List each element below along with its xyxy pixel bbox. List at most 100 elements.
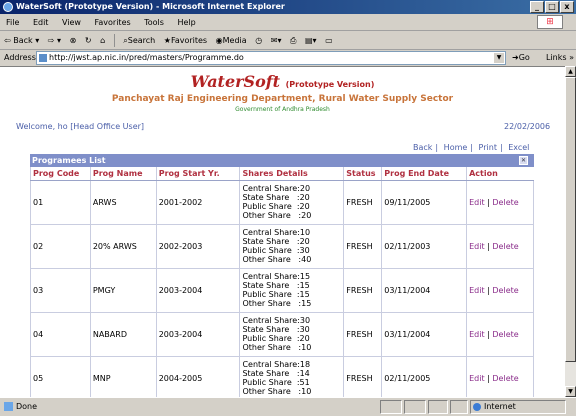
mail-icon[interactable]: ✉▾ [271,31,282,50]
delete-link[interactable]: Delete [492,198,518,207]
history-icon[interactable]: ◷ [255,31,262,50]
page-done-icon [4,402,13,411]
prog-code: 03 [30,267,91,313]
prog-end: 02/11/2003 [381,223,468,269]
edit-link[interactable]: Edit [469,286,485,295]
favorites-button[interactable]: ★Favorites [164,31,207,50]
status-bar: Done Internet [0,397,576,415]
media-icon: ◉ [215,36,223,45]
brand-title: WaterSoft (Prototype Version) [190,72,375,91]
row-actions: Edit | Delete [466,223,534,269]
col-prog-code[interactable]: Prog Code [30,167,91,181]
ie-icon [3,2,13,12]
scroll-thumb[interactable] [565,77,576,362]
minimize-button[interactable]: _ [530,1,544,13]
page-viewport: WaterSoft (Prototype Version) Panchayat … [0,66,565,397]
address-input[interactable]: http://jwst.ap.nic.in/pred/masters/Progr… [36,51,506,65]
prog-status: FRESH [343,179,383,225]
menu-file[interactable]: File [6,18,19,27]
prog-name: ARWS [89,179,157,225]
panel-title: Programees List [32,156,106,165]
row-actions: Edit | Delete [466,311,534,357]
status-cell [380,400,402,414]
favorites-icon: ★ [163,36,171,45]
prog-start: 2004-2005 [155,355,241,397]
search-button[interactable]: ⌕Search [123,31,155,50]
programmes-panel: Programees List ✕ Prog Code Prog Name Pr… [30,154,534,397]
address-bar: Address http://jwst.ap.nic.in/pred/maste… [0,50,576,66]
refresh-icon[interactable]: ↻ [85,31,92,50]
table-row: 05 MNP 2004-2005 Central Share:18 State … [30,355,534,397]
print-link[interactable]: Print [479,143,497,152]
delete-link[interactable]: Delete [492,286,518,295]
prog-start: 2003-2004 [155,267,241,313]
col-prog-start[interactable]: Prog Start Yr. [155,167,240,181]
delete-link[interactable]: Delete [492,374,518,383]
table-row: 04 NABARD 2003-2004 Central Share:30 Sta… [30,311,534,357]
menu-edit[interactable]: Edit [33,18,49,27]
shares-details: Central Share:18 State Share :14 Public … [239,355,345,397]
table-row: 02 20% ARWS 2002-2003 Central Share:10 S… [30,223,534,269]
media-button[interactable]: ◉Media [216,31,247,50]
stop-icon[interactable]: ⊗ [70,31,77,50]
prog-name: MNP [89,355,157,397]
home-link[interactable]: Home [444,143,468,152]
scroll-down-icon[interactable]: ▼ [565,386,576,397]
go-button[interactable]: ➜Go [512,50,530,66]
back-button[interactable]: ⇦ Back ▾ [4,31,39,50]
scroll-up-icon[interactable]: ▲ [565,66,576,77]
edit-link[interactable]: Edit [469,374,485,383]
vertical-scrollbar[interactable]: ▲ ▼ [565,66,576,397]
menu-bar: File Edit View Favorites Tools Help ⊞ [0,14,576,31]
toolbar-separator [113,34,115,47]
discuss-icon[interactable]: ▭ [325,31,333,50]
prog-start: 2003-2004 [155,311,241,357]
back-link[interactable]: Back [413,143,432,152]
close-button[interactable]: x [560,1,574,13]
prog-code: 04 [30,311,91,357]
menu-view[interactable]: View [62,18,81,27]
delete-link[interactable]: Delete [492,242,518,251]
programmes-table: Prog Code Prog Name Prog Start Yr. Share… [30,167,534,397]
page-nav-links: Back | Home | Print | Excel [413,143,530,152]
prog-end: 03/11/2004 [381,267,468,313]
forward-button[interactable]: ⇨ ▾ [48,31,61,50]
col-prog-name[interactable]: Prog Name [89,167,157,181]
table-row: 01 ARWS 2001-2002 Central Share:20 State… [30,179,534,225]
department-name: Panchayat Raj Engineering Department, Ru… [111,94,454,104]
brand-suffix: (Prototype Version) [285,80,375,89]
window-title: WaterSoft (Prototype Version) - Microsof… [16,2,285,11]
panel-header: Programees List ✕ [30,154,534,167]
menu-tools[interactable]: Tools [144,18,164,27]
chevron-down-icon[interactable]: ▼ [494,53,504,63]
title-bar: WaterSoft (Prototype Version) - Microsof… [0,0,576,14]
prog-name: NABARD [89,311,157,357]
address-url: http://jwst.ap.nic.in/pred/masters/Progr… [49,53,244,62]
shares-details: Central Share:15 State Share :15 Public … [239,267,345,313]
delete-link[interactable]: Delete [492,330,518,339]
col-prog-end[interactable]: Prog End Date [381,167,467,181]
table-header-row: Prog Code Prog Name Prog Start Yr. Share… [30,167,534,181]
status-cell [428,400,448,414]
edit-link[interactable]: Edit [469,242,485,251]
address-label: Address [4,53,36,62]
toolbar: ⇦ Back ▾ ⇨ ▾ ⊗ ↻ ⌂ ⌕Search ★Favorites ◉M… [0,31,576,50]
maximize-button[interactable]: □ [545,1,559,13]
shares-details: Central Share:20 State Share :20 Public … [239,179,345,225]
go-arrow-icon: ➜ [512,53,519,62]
prog-status: FRESH [343,311,383,357]
panel-close-icon[interactable]: ✕ [519,156,528,165]
home-icon[interactable]: ⌂ [100,31,105,50]
links-button[interactable]: Links » [546,50,574,66]
col-status[interactable]: Status [343,167,382,181]
edit-link[interactable]: Edit [469,330,485,339]
print-icon[interactable]: ⎙ [290,31,296,50]
col-shares[interactable]: Shares Details [239,167,344,181]
edit-link[interactable]: Edit [469,198,485,207]
menu-favorites[interactable]: Favorites [95,18,131,27]
edit-icon[interactable]: ▤▾ [305,31,317,50]
prog-status: FRESH [343,355,383,397]
status-cell [450,400,468,414]
menu-help[interactable]: Help [177,18,195,27]
excel-link[interactable]: Excel [508,143,529,152]
